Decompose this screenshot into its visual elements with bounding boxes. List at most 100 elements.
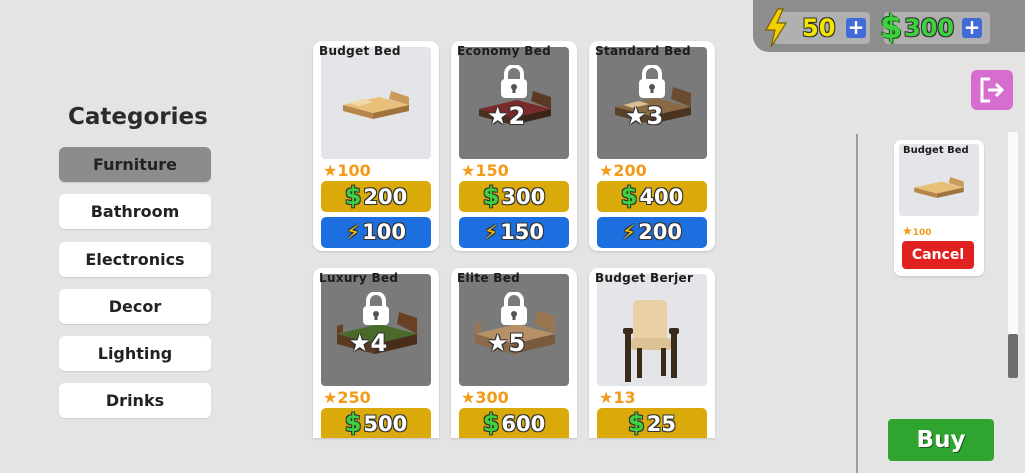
required-stars: ★4 bbox=[349, 329, 387, 357]
item-stars-value: 200 bbox=[613, 161, 647, 180]
item-stars-value: 100 bbox=[337, 161, 371, 180]
buy-with-energy-button[interactable]: ⚡150 bbox=[459, 217, 569, 248]
category-electronics[interactable]: Electronics bbox=[59, 242, 211, 277]
shop-item-card[interactable]: Budget Berjer ★13 $25 bbox=[589, 268, 715, 438]
category-furniture[interactable]: Furniture bbox=[59, 147, 211, 182]
cart-item-stars-value: 100 bbox=[912, 228, 932, 238]
item-image: ★5 bbox=[459, 274, 569, 386]
bed-icon bbox=[343, 91, 409, 119]
star-icon: ★ bbox=[461, 161, 476, 180]
required-stars: ★3 bbox=[625, 102, 663, 130]
item-image: ★2 bbox=[459, 47, 569, 159]
star-icon: ★ bbox=[599, 388, 614, 407]
item-name: Luxury Bed bbox=[319, 271, 399, 285]
buy-with-money-button[interactable]: $25 bbox=[597, 408, 707, 438]
item-name: Budget Berjer bbox=[595, 271, 694, 285]
energy-value: 50 bbox=[802, 14, 836, 42]
money-price: 25 bbox=[646, 412, 676, 436]
buy-with-money-button[interactable]: $200 bbox=[321, 181, 431, 212]
cart-item-name: Budget Bed bbox=[903, 145, 969, 156]
item-image bbox=[321, 47, 431, 159]
shop-item-card[interactable]: ★5 Elite Bed ★300 $600 bbox=[451, 268, 577, 438]
add-money-button[interactable]: + bbox=[962, 17, 982, 38]
required-stars: ★2 bbox=[487, 102, 525, 130]
dollar-icon: $ bbox=[482, 409, 500, 437]
item-stars: ★200 bbox=[599, 161, 647, 180]
money-price: 500 bbox=[363, 412, 408, 436]
star-icon: ★ bbox=[323, 161, 338, 180]
item-image bbox=[597, 274, 707, 386]
money-price: 400 bbox=[639, 185, 684, 209]
buy-with-money-button[interactable]: $300 bbox=[459, 181, 569, 212]
item-stars-value: 13 bbox=[613, 388, 636, 407]
categories-title: Categories bbox=[68, 104, 208, 130]
star-icon: ★ bbox=[323, 388, 338, 407]
lightning-bolt-icon bbox=[764, 8, 788, 48]
money-price: 300 bbox=[501, 185, 546, 209]
item-name: Elite Bed bbox=[457, 271, 521, 285]
category-lighting[interactable]: Lighting bbox=[59, 336, 211, 371]
item-stars: ★300 bbox=[461, 388, 509, 407]
dollar-icon: $ bbox=[482, 182, 500, 210]
item-stars-value: 300 bbox=[475, 388, 509, 407]
item-name: Budget Bed bbox=[319, 44, 401, 58]
required-stars-value: 2 bbox=[508, 102, 526, 130]
required-stars-value: 4 bbox=[370, 329, 388, 357]
item-name: Economy Bed bbox=[457, 44, 552, 58]
item-stars-value: 250 bbox=[337, 388, 371, 407]
lock-icon bbox=[501, 65, 527, 98]
energy-price: 200 bbox=[638, 220, 682, 244]
shop-item-card[interactable]: Budget Bed ★100 $200 ⚡100 bbox=[313, 41, 439, 251]
dollar-icon: $ bbox=[620, 182, 638, 210]
panel-divider bbox=[856, 134, 858, 473]
dollar-icon: $ bbox=[880, 8, 903, 46]
dollar-icon: $ bbox=[628, 409, 645, 437]
category-bathroom[interactable]: Bathroom bbox=[59, 194, 211, 229]
item-stars: ★150 bbox=[461, 161, 509, 180]
cart-item-stars: ★100 bbox=[902, 224, 932, 238]
buy-with-money-button[interactable]: $500 bbox=[321, 408, 431, 438]
energy-price: 100 bbox=[362, 220, 406, 244]
item-stars: ★13 bbox=[599, 388, 636, 407]
money-value: 300 bbox=[904, 14, 955, 42]
lightning-bolt-icon: ⚡ bbox=[346, 220, 361, 244]
shop-item-card[interactable]: ★4 Luxury Bed ★250 $500 bbox=[313, 268, 439, 438]
add-energy-button[interactable]: + bbox=[846, 17, 866, 38]
lightning-bolt-icon: ⚡ bbox=[484, 220, 499, 244]
buy-with-money-button[interactable]: $600 bbox=[459, 408, 569, 438]
star-icon: ★ bbox=[461, 388, 476, 407]
item-name: Standard Bed bbox=[595, 44, 691, 58]
required-stars-value: 3 bbox=[646, 102, 664, 130]
category-decor[interactable]: Decor bbox=[59, 289, 211, 324]
lock-icon bbox=[501, 292, 527, 325]
item-stars: ★250 bbox=[323, 388, 371, 407]
star-icon: ★ bbox=[625, 102, 647, 130]
star-icon: ★ bbox=[902, 224, 913, 238]
buy-button[interactable]: Buy bbox=[888, 419, 994, 461]
money-price: 200 bbox=[363, 185, 408, 209]
category-drinks[interactable]: Drinks bbox=[59, 383, 211, 418]
buy-with-money-button[interactable]: $400 bbox=[597, 181, 707, 212]
dollar-icon: $ bbox=[344, 182, 362, 210]
item-image: ★4 bbox=[321, 274, 431, 386]
star-icon: ★ bbox=[599, 161, 614, 180]
required-stars-value: 5 bbox=[508, 329, 526, 357]
energy-price: 150 bbox=[500, 220, 544, 244]
item-stars-value: 150 bbox=[475, 161, 509, 180]
buy-with-energy-button[interactable]: ⚡100 bbox=[321, 217, 431, 248]
shop-item-card[interactable]: ★2 Economy Bed ★150 $300 ⚡150 bbox=[451, 41, 577, 251]
lock-icon bbox=[639, 65, 665, 98]
exit-button[interactable] bbox=[971, 70, 1013, 110]
cart-item-card: Budget Bed ★100 Cancel bbox=[894, 140, 984, 276]
star-icon: ★ bbox=[349, 329, 371, 357]
scrollbar-thumb[interactable] bbox=[1008, 334, 1018, 378]
bed-icon bbox=[914, 177, 964, 198]
cancel-button[interactable]: Cancel bbox=[902, 241, 974, 269]
lock-icon bbox=[363, 292, 389, 325]
shop-item-card[interactable]: ★3 Standard Bed ★200 $400 ⚡200 bbox=[589, 41, 715, 251]
lightning-bolt-icon: ⚡ bbox=[622, 220, 637, 244]
armchair-icon bbox=[623, 300, 679, 382]
star-icon: ★ bbox=[487, 102, 509, 130]
buy-with-energy-button[interactable]: ⚡200 bbox=[597, 217, 707, 248]
star-icon: ★ bbox=[487, 329, 509, 357]
